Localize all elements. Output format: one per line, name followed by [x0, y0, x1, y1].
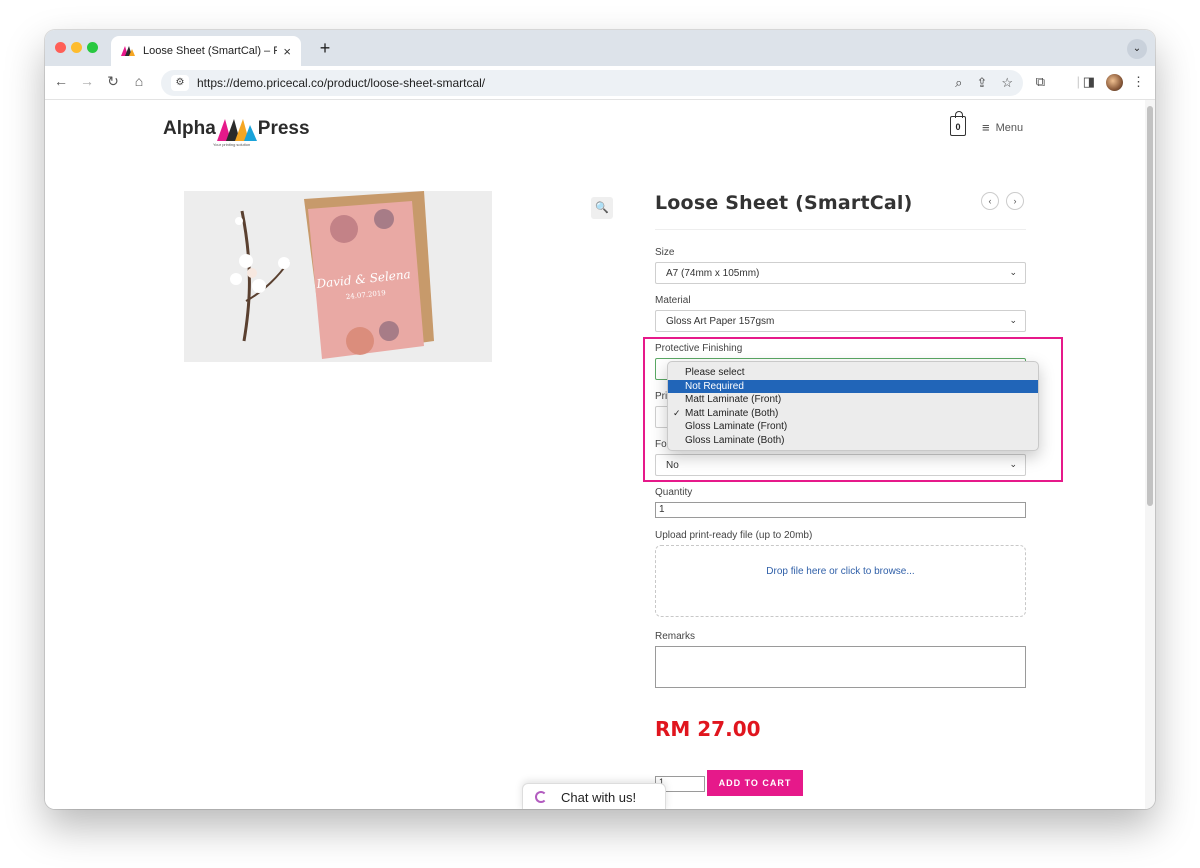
file-dropzone[interactable]: Drop file here or click to browse... — [655, 545, 1026, 617]
material-value: Gloss Art Paper 157gsm — [666, 316, 775, 327]
chat-widget-button[interactable]: Chat with us! — [522, 783, 666, 809]
logo-mark-icon — [216, 119, 257, 141]
cart-icon[interactable]: 0 — [950, 111, 966, 136]
protective-finishing-dropdown[interactable]: Please select Not Required Matt Laminate… — [667, 361, 1039, 451]
scrollbar-thumb[interactable] — [1147, 106, 1153, 506]
size-value: A7 (74mm x 105mm) — [666, 268, 760, 279]
logo-text-right: Press — [257, 118, 310, 139]
previous-product-chevron-icon[interactable]: ‹ — [981, 192, 999, 210]
tab-search-chevron-icon[interactable]: ⌄ — [1127, 39, 1147, 59]
side-panel-icon[interactable]: ◨ — [1083, 74, 1095, 90]
browser-window: Loose Sheet (SmartCal) – Pri × + ⌄ ← → ↻… — [45, 30, 1155, 809]
size-label: Size — [655, 247, 675, 258]
site-logo[interactable]: Alpha Press Your printing solution — [163, 114, 310, 147]
remarks-label: Remarks — [655, 631, 696, 642]
reload-icon[interactable]: ↻ — [103, 73, 123, 90]
product-photo: David & Selena 24.07.2019 — [184, 191, 492, 362]
new-tab-button[interactable]: + — [315, 39, 335, 59]
logo-tagline: Your printing solution — [213, 142, 251, 147]
dropdown-option[interactable]: Gloss Laminate (Both) — [668, 434, 1038, 448]
material-label: Material — [655, 295, 691, 306]
browser-menu-icon[interactable]: ⋮ — [1132, 74, 1145, 90]
dropdown-option[interactable]: Please select — [668, 366, 1038, 380]
forward-arrow-icon[interactable]: → — [77, 73, 97, 89]
dropdown-option[interactable]: Gloss Laminate (Front) — [668, 420, 1038, 434]
toolbar-divider: | — [1076, 74, 1080, 89]
product-price: RM 27.00 — [655, 717, 761, 741]
home-icon[interactable]: ⌂ — [129, 73, 149, 89]
share-icon[interactable]: ⇪ — [976, 75, 987, 91]
maximize-window-button[interactable] — [87, 42, 98, 53]
dropdown-option[interactable]: Matt Laminate (Front) — [668, 393, 1038, 407]
tab-close-icon[interactable]: × — [283, 44, 291, 59]
add-to-cart-button[interactable]: ADD TO CART — [707, 770, 803, 796]
dropdown-option[interactable]: Not Required — [668, 379, 1038, 394]
chat-label: Chat with us! — [561, 789, 637, 805]
browser-toolbar: ← → ↻ ⌂ ⚙ https://demo.pricecal.co/produ… — [45, 66, 1155, 100]
chat-icon — [535, 791, 547, 803]
site-info-icon[interactable]: ⚙ — [171, 75, 189, 91]
image-zoom-button[interactable]: 🔍 — [591, 197, 613, 219]
product-image[interactable]: David & Selena 24.07.2019 — [184, 191, 492, 362]
tab-title: Loose Sheet (SmartCal) – Pri — [143, 45, 278, 57]
dropdown-option[interactable]: ✓ Matt Laminate (Both) — [668, 407, 1038, 421]
menu-button[interactable]: ≡ Menu — [982, 120, 1023, 135]
quantity-input[interactable]: 1 — [655, 502, 1026, 518]
profile-avatar[interactable] — [1106, 74, 1123, 91]
hamburger-icon: ≡ — [982, 120, 990, 135]
address-bar[interactable]: ⚙ https://demo.pricecal.co/product/loose… — [161, 70, 1023, 96]
checkmark-icon: ✓ — [673, 407, 681, 418]
title-divider — [655, 229, 1026, 230]
site-favicon-icon — [121, 46, 135, 56]
back-arrow-icon[interactable]: ← — [51, 73, 71, 89]
bookmark-star-icon[interactable]: ☆ — [1001, 75, 1013, 91]
page-scrollbar[interactable] — [1145, 100, 1155, 809]
url-text[interactable]: https://demo.pricecal.co/product/loose-s… — [197, 76, 485, 90]
chevron-down-icon: ⌄ — [1009, 315, 1017, 325]
extensions-icon[interactable]: ⧉ — [1036, 74, 1045, 90]
menu-label: Menu — [995, 121, 1024, 134]
minimize-window-button[interactable] — [71, 42, 82, 53]
logo-text-left: Alpha — [163, 118, 216, 139]
tab-strip: Loose Sheet (SmartCal) – Pri × + ⌄ — [45, 30, 1155, 66]
zoom-icon[interactable]: ⌕ — [955, 75, 962, 91]
remarks-textarea[interactable] — [655, 646, 1026, 688]
product-title: Loose Sheet (SmartCal) — [655, 192, 913, 214]
browser-tab[interactable]: Loose Sheet (SmartCal) – Pri × — [111, 36, 301, 66]
size-select[interactable]: A7 (74mm x 105mm) ⌄ — [655, 262, 1026, 284]
upload-label: Upload print-ready file (up to 20mb) — [655, 530, 813, 541]
web-page: Alpha Press Your printing solution 0 ≡ M… — [45, 100, 1145, 809]
close-window-button[interactable] — [55, 42, 66, 53]
material-select[interactable]: Gloss Art Paper 157gsm ⌄ — [655, 310, 1026, 332]
quantity-label: Quantity — [655, 487, 693, 498]
chevron-down-icon: ⌄ — [1009, 267, 1017, 277]
next-product-chevron-icon[interactable]: › — [1006, 192, 1024, 210]
